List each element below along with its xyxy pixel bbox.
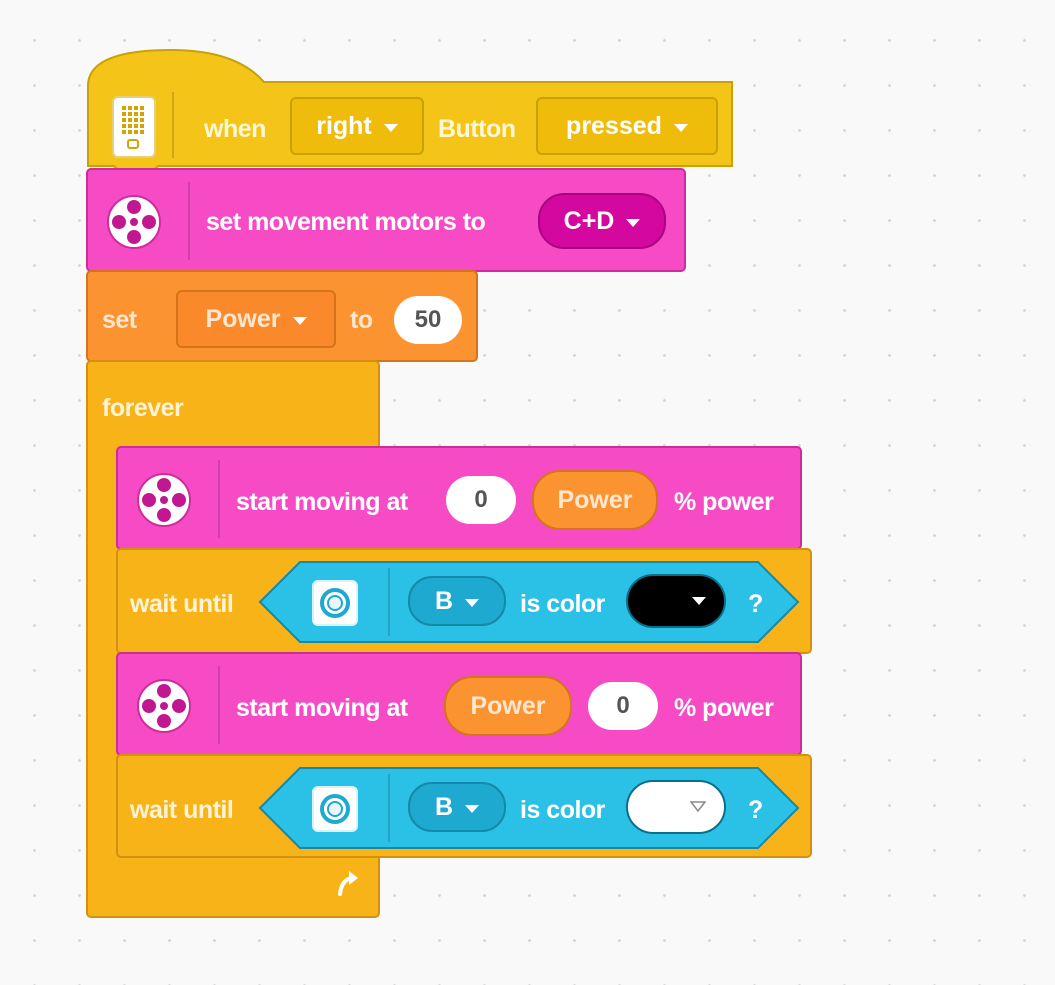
chevron-down-icon — [465, 598, 480, 607]
forever-loop-arm — [86, 448, 118, 858]
set-motors-label: set movement motors to — [206, 208, 486, 236]
chevron-down-icon — [692, 597, 706, 605]
wait-until-label: wait until — [130, 796, 234, 824]
variable-dropdown[interactable]: Power — [176, 290, 336, 348]
is-color-label: is color — [520, 590, 605, 618]
motor-ports-value: C+D — [563, 206, 615, 235]
forever-label: forever — [102, 394, 184, 422]
power-variable-label: Power — [470, 691, 546, 720]
question-mark: ? — [748, 590, 763, 618]
sensor-port-value: B — [434, 586, 454, 615]
variable-value: Power — [205, 304, 281, 333]
button-action-value: pressed — [566, 111, 662, 140]
motor-ports-dropdown[interactable]: C+D — [538, 193, 666, 249]
start-moving-block-2[interactable]: start moving at Power 0 % power — [116, 652, 802, 756]
power-variable-reporter[interactable]: Power — [444, 676, 572, 736]
start-moving-label: start moving at — [236, 694, 408, 722]
separator — [388, 568, 390, 636]
chevron-down-icon — [626, 218, 641, 227]
separator — [172, 92, 174, 158]
wait-until-label: wait until — [130, 590, 234, 618]
set-variable-block[interactable]: set Power to 50 — [86, 270, 478, 362]
button-action-dropdown[interactable]: pressed — [536, 97, 718, 155]
button-side-value: right — [316, 111, 372, 140]
sensor-port-dropdown[interactable]: B — [408, 782, 506, 832]
chevron-down-icon — [292, 316, 307, 325]
separator — [388, 774, 390, 842]
percent-power-label: % power — [674, 694, 774, 722]
separator — [218, 460, 220, 538]
event-button-label: Button — [438, 115, 516, 143]
motor-wheel-icon — [104, 192, 164, 252]
to-label: to — [350, 306, 373, 334]
loop-arrow-icon — [334, 868, 362, 898]
set-label: set — [102, 306, 137, 334]
steering-input[interactable]: 0 — [446, 476, 516, 524]
start-moving-label: start moving at — [236, 488, 408, 516]
percent-power-label: % power — [674, 488, 774, 516]
power-input[interactable]: 0 — [588, 682, 658, 730]
chevron-down-icon — [673, 123, 688, 132]
motor-wheel-icon — [134, 470, 194, 530]
hub-button-icon — [112, 96, 156, 158]
forever-loop-top[interactable]: forever — [86, 360, 380, 452]
event-when-label: when — [204, 115, 266, 143]
is-color-label: is color — [520, 796, 605, 824]
color-sensor-icon — [312, 786, 358, 832]
start-moving-block-1[interactable]: start moving at 0 Power % power — [116, 446, 802, 550]
color-picker-dropdown[interactable] — [626, 780, 726, 834]
wait-until-block-1[interactable]: wait until B is color ? — [116, 548, 812, 654]
forever-loop-bottom[interactable] — [86, 854, 380, 918]
button-side-dropdown[interactable]: right — [290, 97, 424, 155]
separator — [218, 666, 220, 744]
chevron-down-icon — [690, 801, 706, 813]
event-hat-block[interactable]: when right Button pressed — [86, 48, 736, 172]
separator — [188, 182, 190, 260]
power-variable-label: Power — [557, 485, 633, 514]
set-movement-motors-block[interactable]: set movement motors to C+D — [86, 168, 686, 272]
chevron-down-icon — [383, 123, 398, 132]
sensor-port-value: B — [434, 792, 454, 821]
power-variable-reporter[interactable]: Power — [532, 470, 658, 530]
sensor-port-dropdown[interactable]: B — [408, 576, 506, 626]
color-sensor-icon — [312, 580, 358, 626]
chevron-down-icon — [465, 804, 480, 813]
question-mark: ? — [748, 796, 763, 824]
variable-value-input[interactable]: 50 — [394, 296, 462, 344]
wait-until-block-2[interactable]: wait until B is color ? — [116, 754, 812, 858]
motor-wheel-icon — [134, 676, 194, 736]
color-picker-dropdown[interactable] — [626, 574, 726, 628]
